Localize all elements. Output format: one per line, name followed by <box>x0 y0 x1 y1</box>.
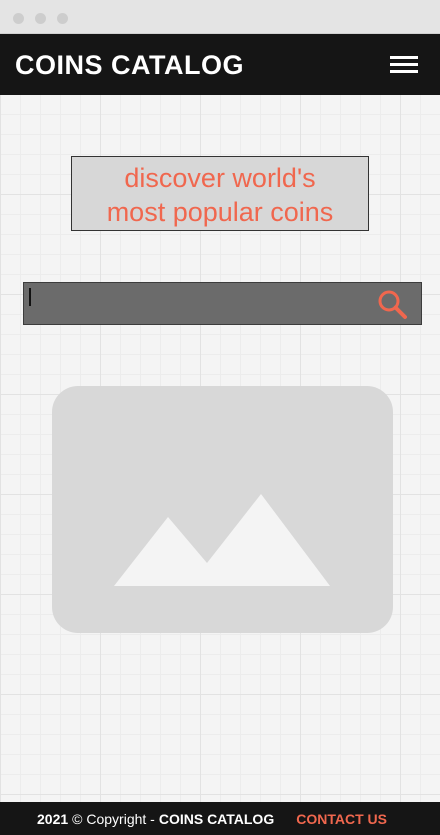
site-header: COINS CATALOG <box>0 34 440 95</box>
image-placeholder <box>52 386 393 633</box>
window-minimize-dot[interactable] <box>35 13 46 24</box>
site-brand[interactable]: COINS CATALOG <box>15 50 244 81</box>
text-caret <box>29 288 31 306</box>
tagline-line-1: discover world's <box>124 163 316 193</box>
footer-brand: COINS CATALOG <box>158 810 275 827</box>
image-placeholder-icon <box>114 494 330 586</box>
hero-tagline: discover world's most popular coins <box>71 156 369 231</box>
tagline-line-2: most popular coins <box>106 197 334 227</box>
search-bar <box>23 282 422 325</box>
search-icon[interactable] <box>375 288 409 322</box>
contact-us-link[interactable]: CONTACT US <box>296 811 387 827</box>
window-maximize-dot[interactable] <box>57 13 68 24</box>
footer-year: 2021 <box>37 810 69 827</box>
site-footer: 2021 © Copyright - COINS CATALOG CONTACT… <box>0 802 440 835</box>
window-titlebar <box>0 0 440 34</box>
window-close-dot[interactable] <box>13 13 24 24</box>
footer-copyright: © Copyright - <box>72 810 155 827</box>
hamburger-icon[interactable] <box>390 54 420 76</box>
search-input[interactable] <box>24 283 369 324</box>
